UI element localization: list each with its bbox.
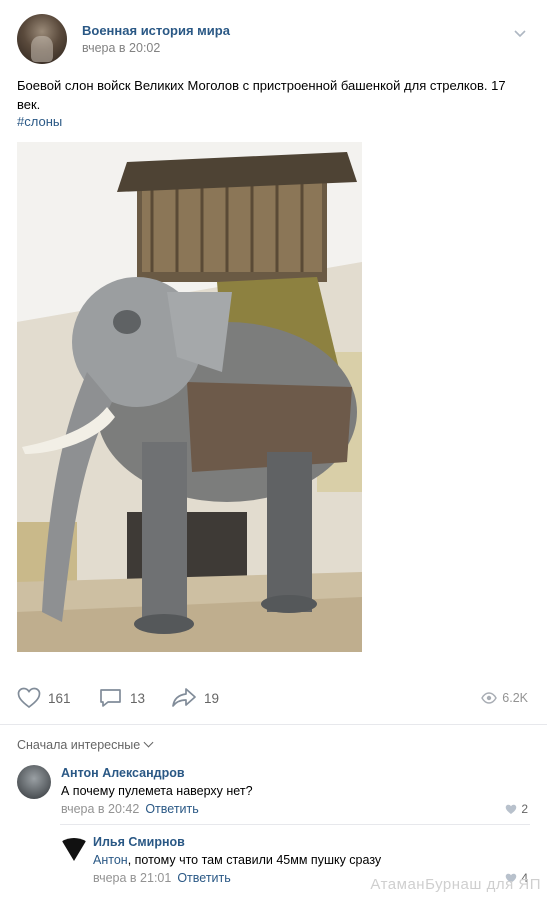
post-photo[interactable] xyxy=(17,142,362,652)
comments-count: 13 xyxy=(130,690,146,706)
comments-sort-dropdown[interactable]: Сначала интересные xyxy=(17,737,154,752)
comment-author-link[interactable]: Антон Александров xyxy=(61,766,185,780)
comment-button[interactable]: 13 xyxy=(99,685,145,711)
watermark: АтаманБурнаш для ЯП xyxy=(370,876,541,893)
comment-meta: вчера в 21:01 Ответить xyxy=(93,871,231,885)
comment-author-link[interactable]: Илья Смирнов xyxy=(93,835,185,849)
divider xyxy=(0,724,547,725)
sort-label: Сначала интересные xyxy=(17,738,141,752)
eye-icon xyxy=(481,692,498,704)
shares-count: 19 xyxy=(204,690,220,706)
comment-item: Антон Александров А почему пулемета наве… xyxy=(17,765,530,825)
heart-icon xyxy=(17,687,41,709)
comment-body: , потому что там ставили 45мм пушку сраз… xyxy=(127,853,382,867)
hashtag-link[interactable]: #слоны xyxy=(17,114,62,129)
group-name-link[interactable]: Военная история мира xyxy=(82,23,230,38)
comment-like-button[interactable]: 2 xyxy=(505,802,528,816)
reply-button[interactable]: Ответить xyxy=(145,802,198,816)
comment-likes-count: 2 xyxy=(521,802,528,816)
group-avatar[interactable] xyxy=(17,14,67,64)
chevron-down-icon[interactable] xyxy=(514,25,526,38)
comment-icon xyxy=(100,689,121,707)
post-actions: 161 13 19 6.2K xyxy=(17,685,530,711)
comment-text: А почему пулемета наверху нет? xyxy=(61,784,253,798)
like-button[interactable]: 161 xyxy=(17,685,71,711)
share-icon xyxy=(172,688,196,707)
avatar[interactable] xyxy=(17,765,51,799)
reply-address-link[interactable]: Антон xyxy=(93,853,128,867)
share-button[interactable]: 19 xyxy=(171,685,219,711)
avatar[interactable] xyxy=(60,835,88,863)
divider xyxy=(60,824,530,825)
views-count: 6.2K xyxy=(502,691,528,705)
comment-meta: вчера в 20:42 Ответить xyxy=(61,802,199,816)
chevron-down-icon xyxy=(143,737,154,748)
comment-time[interactable]: вчера в 21:01 xyxy=(93,871,171,885)
comment-text: Антон, потому что там ставили 45мм пушку… xyxy=(93,853,381,867)
post-header: Военная история мира вчера в 20:02 xyxy=(17,14,530,66)
comment-time[interactable]: вчера в 20:42 xyxy=(61,802,139,816)
reply-button[interactable]: Ответить xyxy=(177,871,230,885)
post-time[interactable]: вчера в 20:02 xyxy=(82,41,160,55)
post-text: Боевой слон войск Великих Моголов с прис… xyxy=(17,78,506,112)
likes-count: 161 xyxy=(48,690,71,706)
heart-icon xyxy=(506,804,517,814)
views-counter: 6.2K xyxy=(481,685,528,711)
